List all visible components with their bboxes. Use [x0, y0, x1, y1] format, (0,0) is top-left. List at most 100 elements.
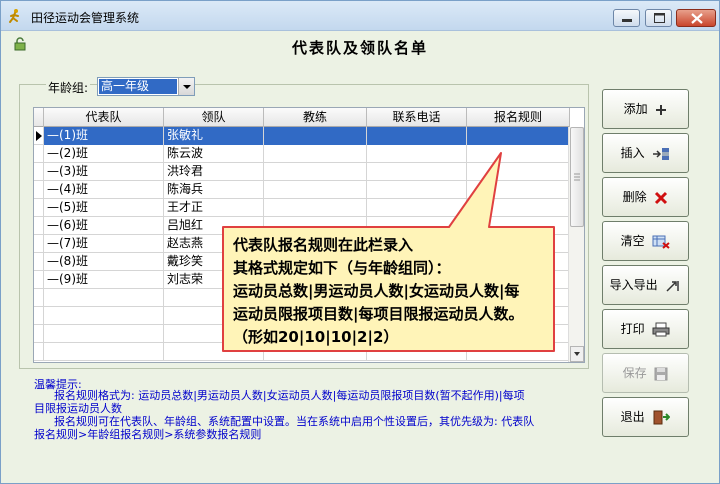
team-cell[interactable]: —(3)班: [44, 163, 164, 181]
rule-cell[interactable]: [467, 145, 570, 163]
header-rule[interactable]: 报名规则: [467, 108, 570, 127]
callout-line: （形如20|10|10|2|2）: [233, 328, 399, 346]
exit-door-icon: [653, 410, 671, 425]
scrollbar-thumb[interactable]: [570, 127, 584, 227]
phone-cell[interactable]: [367, 163, 467, 181]
minimize-icon: [622, 19, 632, 22]
exit-button-label: 退出: [620, 410, 645, 424]
team-cell[interactable]: —(7)班: [44, 235, 164, 253]
team-cell[interactable]: —(1)班: [44, 127, 164, 145]
phone-cell[interactable]: [367, 217, 467, 235]
rule-cell[interactable]: [467, 199, 570, 217]
coach-cell[interactable]: [264, 217, 367, 235]
rule-cell[interactable]: [467, 181, 570, 199]
minimize-button[interactable]: [613, 9, 640, 27]
team-cell[interactable]: —(8)班: [44, 253, 164, 271]
row-indicator: [34, 217, 44, 235]
maximize-button[interactable]: [645, 9, 672, 27]
phone-cell[interactable]: [367, 127, 467, 145]
save-button[interactable]: 保存: [602, 353, 689, 393]
row-indicator: [34, 325, 44, 343]
coach-cell[interactable]: [264, 199, 367, 217]
leader-cell[interactable]: 陈海兵: [164, 181, 264, 199]
row-indicator: [34, 181, 44, 199]
leader-cell[interactable]: 陈云波: [164, 145, 264, 163]
callout-line: 运动员限报项目数|每项目限报运动员人数。: [233, 305, 524, 323]
row-indicator: [34, 253, 44, 271]
floppy-disk-icon: [654, 367, 668, 380]
age-group-value: 高一年级: [99, 79, 177, 94]
callout-line: 运动员总数|男运动员人数|女运动员人数|每: [233, 282, 520, 300]
header-indicator: [34, 108, 44, 127]
age-group-select[interactable]: 高一年级: [97, 77, 195, 96]
callout-text: 代表队报名规则在此栏录入 其格式规定如下（与年龄组同）： 运动员总数|男运动员人…: [233, 234, 523, 349]
delete-button[interactable]: 删除: [602, 177, 689, 217]
header-leader[interactable]: 领队: [164, 108, 264, 127]
rule-cell[interactable]: [467, 163, 570, 181]
team-cell[interactable]: —(9)班: [44, 271, 164, 289]
table-row[interactable]: —(2)班 陈云波: [34, 145, 570, 163]
title-bar: 田径运动会管理系统: [1, 1, 719, 31]
phone-cell[interactable]: [367, 199, 467, 217]
header-coach[interactable]: 教练: [264, 108, 367, 127]
window-title: 田径运动会管理系统: [31, 11, 140, 25]
tips-line: 报名规则>年龄组报名规则>系统参数报名规则: [34, 428, 262, 441]
row-indicator: [34, 271, 44, 289]
table-row[interactable]: —(6)班 吕旭红: [34, 217, 570, 235]
page-heading: 代表队及领队名单: [291, 39, 428, 57]
tips-line: 目限报运动员人数: [34, 402, 122, 415]
table-row[interactable]: —(3)班 洪玲君: [34, 163, 570, 181]
clear-button[interactable]: 清空: [602, 221, 689, 261]
team-cell[interactable]: —(2)班: [44, 145, 164, 163]
scroll-down-button[interactable]: [570, 346, 584, 362]
import-export-button[interactable]: 导入导出: [602, 265, 689, 305]
add-button[interactable]: 添加: [602, 89, 689, 129]
phone-cell[interactable]: [367, 145, 467, 163]
printer-icon: [652, 322, 670, 337]
leader-cell[interactable]: 洪玲君: [164, 163, 264, 181]
print-button[interactable]: 打印: [602, 309, 689, 349]
leader-cell[interactable]: 张敏礼: [164, 127, 264, 145]
row-indicator: [34, 199, 44, 217]
row-indicator: [34, 307, 44, 325]
rule-cell[interactable]: [467, 127, 570, 145]
team-cell[interactable]: [44, 289, 164, 307]
callout-line: 代表队报名规则在此栏录入: [233, 236, 414, 254]
row-indicator: [34, 145, 44, 163]
team-cell[interactable]: —(4)班: [44, 181, 164, 199]
dropdown-arrow[interactable]: [178, 78, 194, 95]
team-cell[interactable]: [44, 307, 164, 325]
header-team[interactable]: 代表队: [44, 108, 164, 127]
delete-x-icon: [655, 191, 668, 204]
insert-row-icon: [653, 147, 670, 160]
grid-vertical-scrollbar[interactable]: [568, 127, 584, 362]
coach-cell[interactable]: [264, 163, 367, 181]
delete-button-label: 删除: [622, 190, 647, 204]
close-button[interactable]: [676, 9, 716, 27]
row-indicator: [34, 235, 44, 253]
exit-button[interactable]: 退出: [602, 397, 689, 437]
leader-cell[interactable]: 吕旭红: [164, 217, 264, 235]
maximize-icon: [654, 13, 665, 23]
coach-cell[interactable]: [264, 145, 367, 163]
row-indicator: [34, 343, 44, 361]
team-cell[interactable]: —(6)班: [44, 217, 164, 235]
leader-cell[interactable]: 王才正: [164, 199, 264, 217]
insert-button[interactable]: 插入: [602, 133, 689, 173]
team-cell[interactable]: [44, 343, 164, 361]
age-group-label: 年龄组:: [46, 79, 91, 96]
coach-cell[interactable]: [264, 127, 367, 145]
table-row[interactable]: —(4)班 陈海兵: [34, 181, 570, 199]
header-phone[interactable]: 联系电话: [367, 108, 467, 127]
chevron-down-icon: [183, 85, 191, 89]
coach-cell[interactable]: [264, 181, 367, 199]
rule-cell[interactable]: [467, 217, 570, 235]
team-cell[interactable]: [44, 325, 164, 343]
team-cell[interactable]: —(5)班: [44, 199, 164, 217]
grid-header: 代表队 领队 教练 联系电话 报名规则: [34, 108, 570, 127]
table-row[interactable]: —(5)班 王才正: [34, 199, 570, 217]
import-export-button-label: 导入导出: [609, 278, 658, 292]
save-button-label: 保存: [622, 366, 647, 380]
phone-cell[interactable]: [367, 181, 467, 199]
table-row[interactable]: —(1)班 张敏礼: [34, 127, 570, 145]
